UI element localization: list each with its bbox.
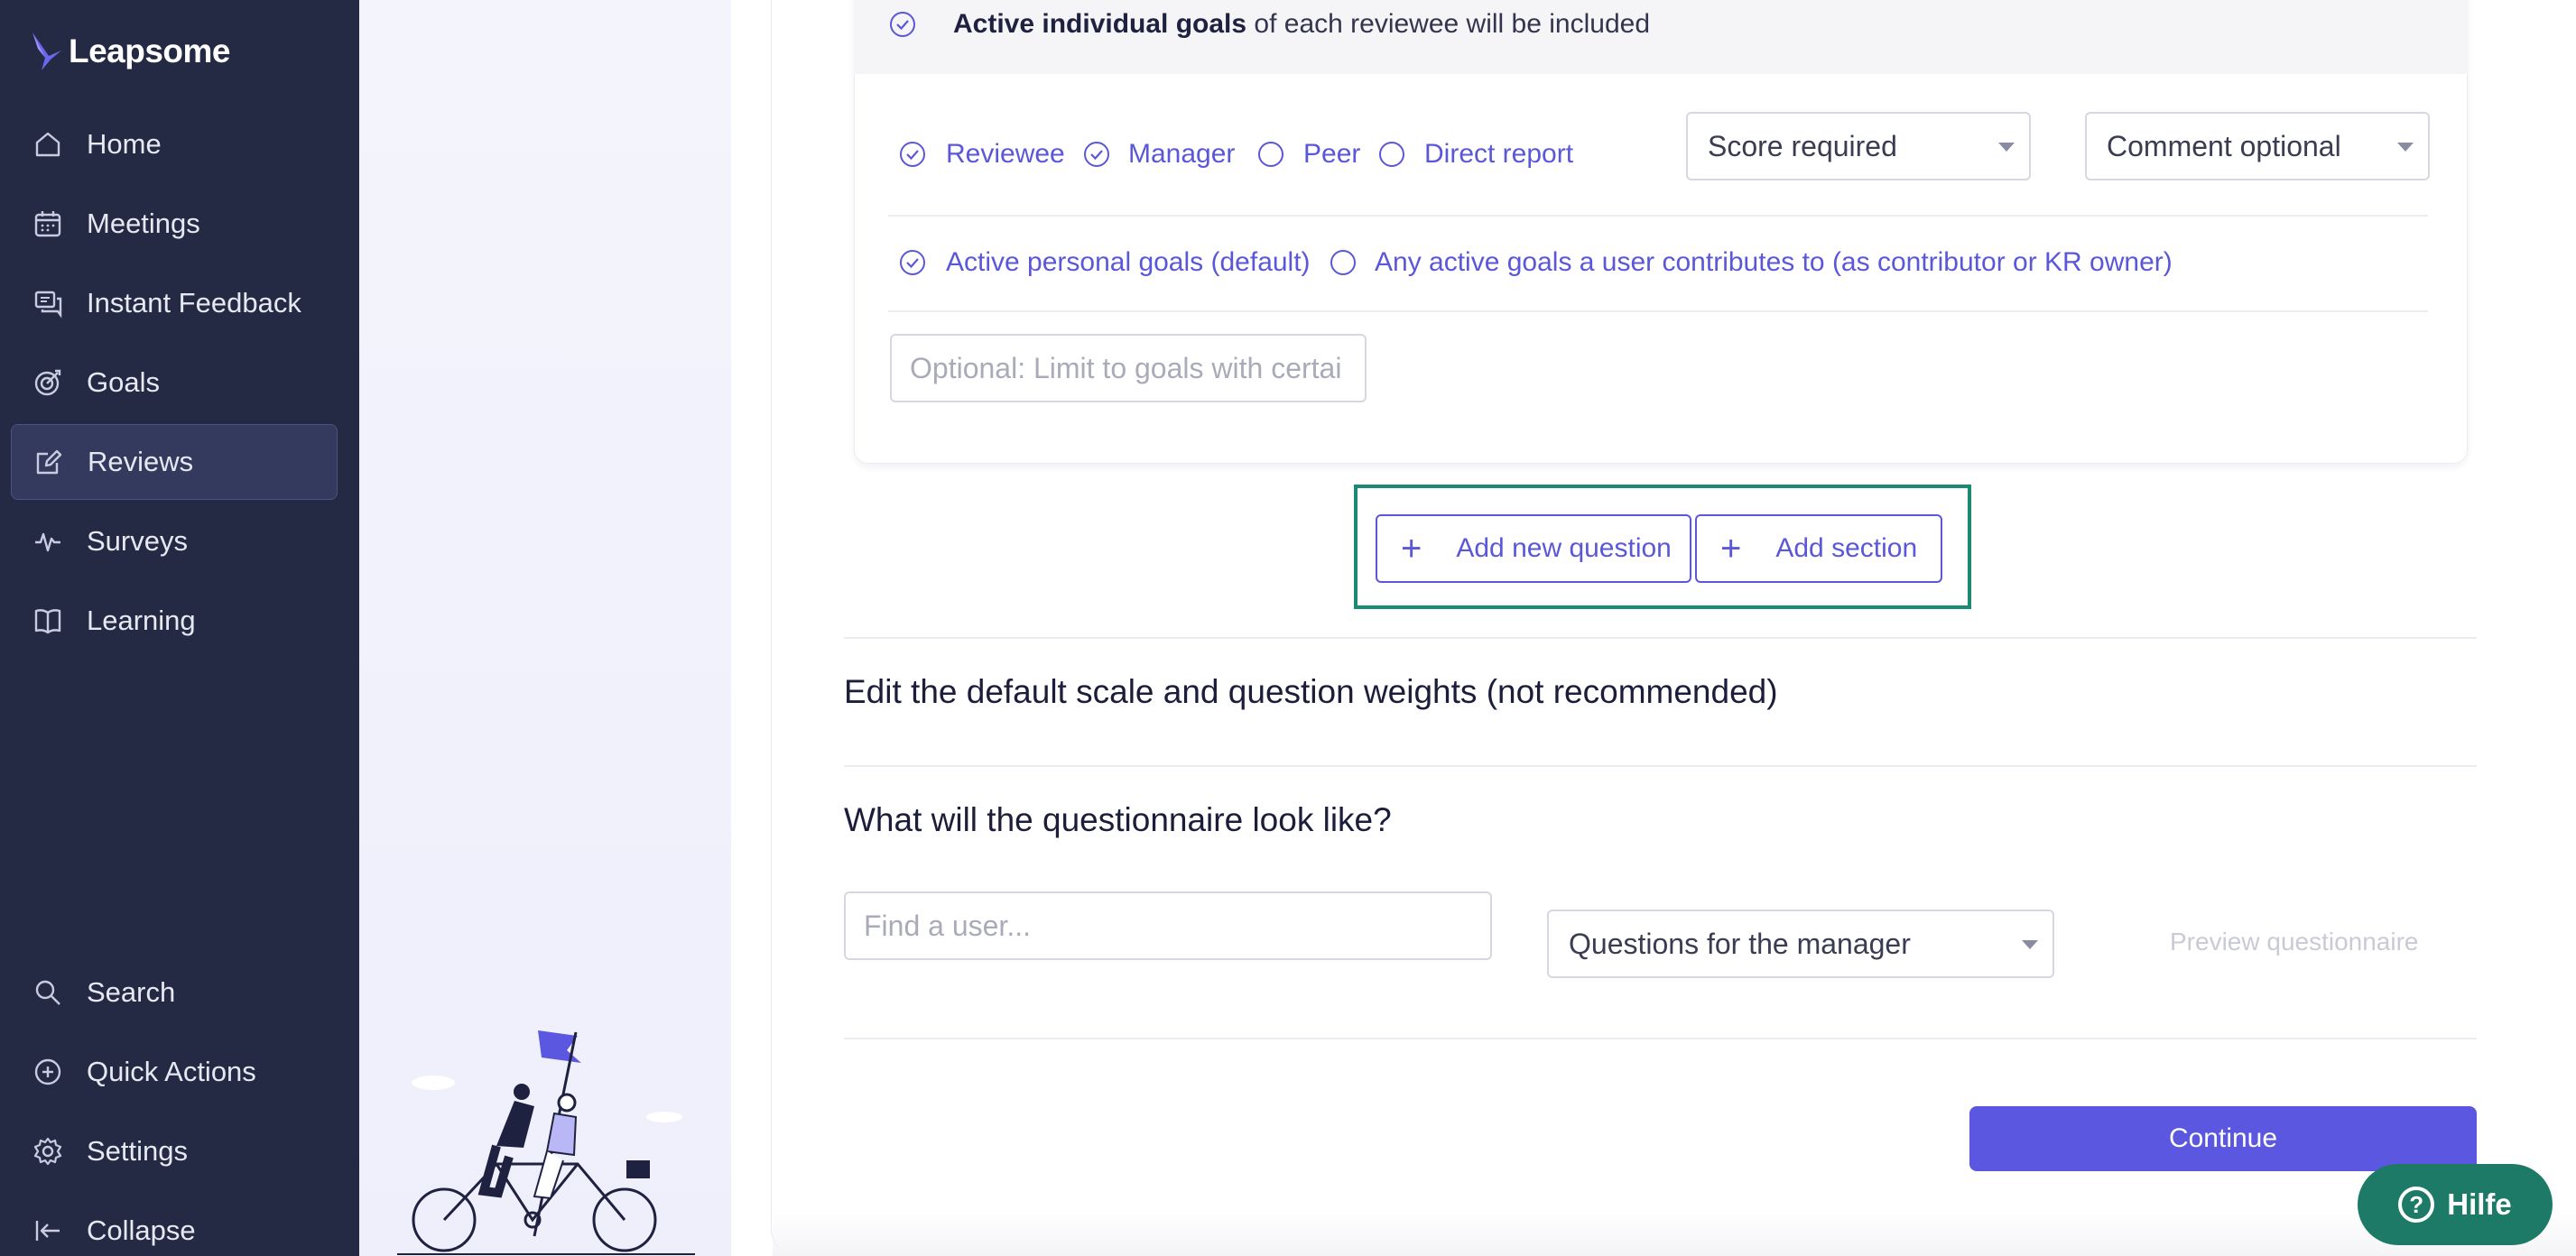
sidebar-item-reviews[interactable]: Reviews: [11, 424, 338, 500]
continue-button[interactable]: Continue: [1969, 1106, 2477, 1171]
preview-questionnaire-link[interactable]: Preview questionnaire: [2170, 928, 2419, 956]
add-new-question-button[interactable]: + Add new question: [1376, 514, 1691, 583]
sidebar-item-label: Settings: [87, 1135, 189, 1167]
add-new-question-label: Add new question: [1456, 533, 1672, 563]
comment-select-value: Comment optional: [2107, 129, 2341, 162]
reviewee-checkbox[interactable]: [899, 141, 926, 168]
check-circle-icon: [889, 11, 916, 38]
sidebar-item-meetings[interactable]: Meetings: [11, 186, 338, 262]
help-button[interactable]: ? Hilfe: [2358, 1164, 2553, 1245]
sidebar-item-settings[interactable]: Settings: [11, 1113, 338, 1189]
help-label: Hilfe: [2447, 1187, 2512, 1221]
questionnaire-heading: What will the questionnaire look like?: [844, 801, 1392, 838]
search-icon: [35, 980, 60, 1005]
calendar-icon: [34, 211, 61, 237]
sidebar-item-goals[interactable]: Goals: [11, 345, 338, 420]
sidebar-item-label: Goals: [87, 366, 160, 398]
divider: [844, 765, 2477, 767]
questionnaire-view-value: Questions for the manager: [1569, 927, 1911, 960]
comment-select[interactable]: Comment optional: [2085, 112, 2430, 180]
peer-label[interactable]: Peer: [1303, 139, 1360, 170]
sidebar-item-label: Quick Actions: [87, 1056, 256, 1087]
home-icon: [35, 132, 60, 157]
bottom-fade: [773, 1209, 2576, 1256]
divider: [888, 310, 2428, 312]
direct-report-checkbox[interactable]: [1378, 141, 1405, 168]
sidebar: Leapsome Home Meetings Instant Feedback …: [0, 0, 359, 1256]
add-section-button[interactable]: + Add section: [1695, 514, 1942, 583]
reviewee-label[interactable]: Reviewee: [946, 139, 1065, 170]
add-section-label: Add section: [1775, 533, 1918, 563]
direct-report-label[interactable]: Direct report: [1424, 139, 1573, 170]
manager-checkbox[interactable]: [1083, 141, 1110, 168]
contributed-goals-checkbox[interactable]: [1330, 249, 1357, 276]
sidebar-item-label: Instant Feedback: [87, 287, 301, 319]
score-select[interactable]: Score required: [1686, 112, 2031, 180]
book-icon: [34, 609, 61, 634]
leapsome-logo[interactable]: Leapsome: [29, 27, 231, 76]
goal-limit-input[interactable]: [890, 334, 1367, 402]
peer-checkbox[interactable]: [1257, 141, 1284, 168]
personal-goals-label[interactable]: Active personal goals (default): [946, 247, 1311, 278]
manager-label[interactable]: Manager: [1128, 139, 1235, 170]
sidebar-item-label: Meetings: [87, 208, 200, 239]
sidebar-item-label: Home: [87, 128, 162, 160]
chat-icon: [34, 291, 62, 319]
scale-weights-toggle[interactable]: Edit the default scale and question weig…: [844, 673, 1778, 711]
divider: [888, 215, 2428, 217]
plus-circle-icon: [34, 1058, 61, 1085]
contributed-goals-label[interactable]: Any active goals a user contributes to (…: [1375, 247, 2173, 278]
plus-icon: +: [1401, 529, 1422, 568]
chevron-down-icon: [2022, 940, 2038, 949]
sidebar-item-label: Reviews: [88, 446, 194, 477]
sidebar-item-learning[interactable]: Learning: [11, 583, 338, 659]
pulse-icon: [35, 532, 60, 552]
sidebar-item-surveys[interactable]: Surveys: [11, 503, 338, 579]
chevron-down-icon: [2397, 143, 2414, 152]
app-name: Leapsome: [69, 32, 231, 69]
divider: [844, 1038, 2477, 1039]
leapsome-bird-icon: [32, 32, 61, 70]
sidebar-item-label: Surveys: [87, 525, 188, 557]
tandem-bicycle-illustration: [397, 1030, 695, 1255]
target-icon: [34, 369, 61, 396]
plus-icon: +: [1720, 529, 1742, 568]
sidebar-item-label: Search: [87, 976, 176, 1008]
questionnaire-view-select[interactable]: Questions for the manager: [1547, 910, 2054, 978]
gear-icon: [33, 1137, 62, 1166]
score-select-value: Score required: [1708, 129, 1897, 162]
sidebar-item-collapse[interactable]: Collapse: [11, 1193, 338, 1256]
sidebar-item-label: Collapse: [87, 1214, 196, 1246]
chevron-down-icon: [1998, 143, 2015, 152]
collapse-icon: [35, 1221, 60, 1241]
personal-goals-checkbox[interactable]: [899, 249, 926, 276]
edit-icon: [36, 449, 62, 475]
sidebar-item-quick-actions[interactable]: Quick Actions: [11, 1034, 338, 1110]
find-user-input[interactable]: [844, 891, 1492, 960]
sidebar-item-instant-feedback[interactable]: Instant Feedback: [11, 265, 338, 341]
sidebar-item-label: Learning: [87, 605, 196, 636]
sidebar-item-home[interactable]: Home: [11, 106, 338, 182]
goals-block-description: Active individual goals of each reviewee…: [953, 9, 1651, 39]
sidebar-item-search[interactable]: Search: [11, 955, 338, 1030]
divider: [844, 637, 2477, 639]
question-mark-icon: ?: [2398, 1187, 2435, 1223]
